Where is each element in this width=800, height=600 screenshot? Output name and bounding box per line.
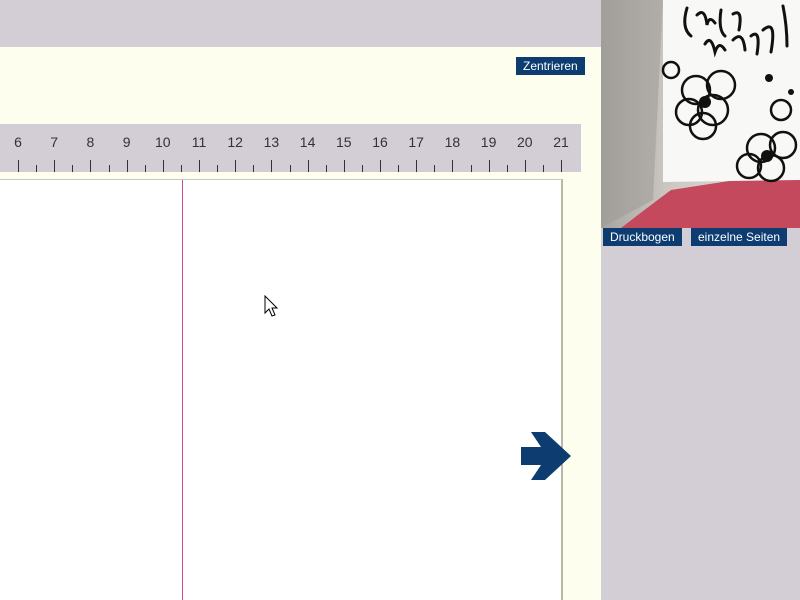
ruler-label: 17 (408, 134, 424, 150)
ruler-tick (380, 160, 381, 172)
tab-druckbogen[interactable]: Druckbogen (603, 228, 682, 246)
ruler-tick (398, 165, 399, 172)
ruler-tick (72, 165, 73, 172)
ruler-tick (416, 160, 417, 172)
ruler-label: 15 (336, 134, 352, 150)
ruler-label: 19 (480, 134, 497, 150)
ruler-tick (543, 165, 544, 172)
ruler-tick (308, 160, 309, 172)
ruler-label: 14 (299, 134, 316, 150)
ruler-label: 20 (517, 134, 533, 150)
arrow-right-icon[interactable] (519, 430, 573, 482)
ruler-tick (362, 165, 363, 172)
ruler-tick (235, 160, 236, 172)
ruler-tick (326, 165, 327, 172)
ruler-tick (18, 160, 19, 172)
ruler-tick (217, 165, 218, 172)
ruler-tick (109, 165, 110, 172)
tab-einzelne-seiten[interactable]: einzelne Seiten (691, 228, 788, 246)
ruler-label: 10 (155, 134, 171, 150)
ruler-label: 6 (14, 134, 22, 150)
ruler-label: 18 (444, 134, 461, 150)
ruler-label: 21 (553, 134, 569, 150)
ruler-tick (434, 165, 435, 172)
card-preview-image[interactable] (601, 0, 800, 228)
ruler-tick (344, 160, 345, 172)
ruler-tick (253, 165, 254, 172)
ruler-label: 13 (263, 134, 280, 150)
horizontal-ruler: 6 7 8 9 10 11 12 13 14 15 16 17 18 19 20 21 (0, 124, 581, 172)
ruler-label: 8 (86, 134, 95, 150)
mouse-cursor-icon (264, 295, 279, 317)
ruler-tick (36, 165, 37, 172)
center-button[interactable]: Zentrieren (516, 57, 585, 75)
ruler-tick (271, 160, 272, 172)
ruler-tick (290, 165, 291, 172)
document-page[interactable] (0, 179, 563, 600)
ruler-tick (507, 165, 508, 172)
ruler-tick (181, 165, 182, 172)
ruler-label: 12 (227, 134, 243, 150)
ruler-tick (163, 160, 164, 172)
fold-guide-line (182, 180, 183, 600)
ruler-tick (54, 160, 55, 172)
ruler-tick (199, 160, 200, 172)
ruler-tick (90, 160, 91, 172)
ruler-label: 11 (191, 134, 207, 150)
ruler-tick (561, 160, 562, 172)
ruler-tick (489, 160, 490, 172)
ruler-label: 7 (50, 134, 59, 150)
ruler-tick (145, 165, 146, 172)
ruler-label: 9 (122, 134, 131, 150)
ruler-label: 16 (372, 134, 388, 150)
ruler-tick (525, 160, 526, 172)
ruler-tick (127, 160, 128, 172)
ruler-tick (471, 165, 472, 172)
ruler-tick (452, 160, 453, 172)
